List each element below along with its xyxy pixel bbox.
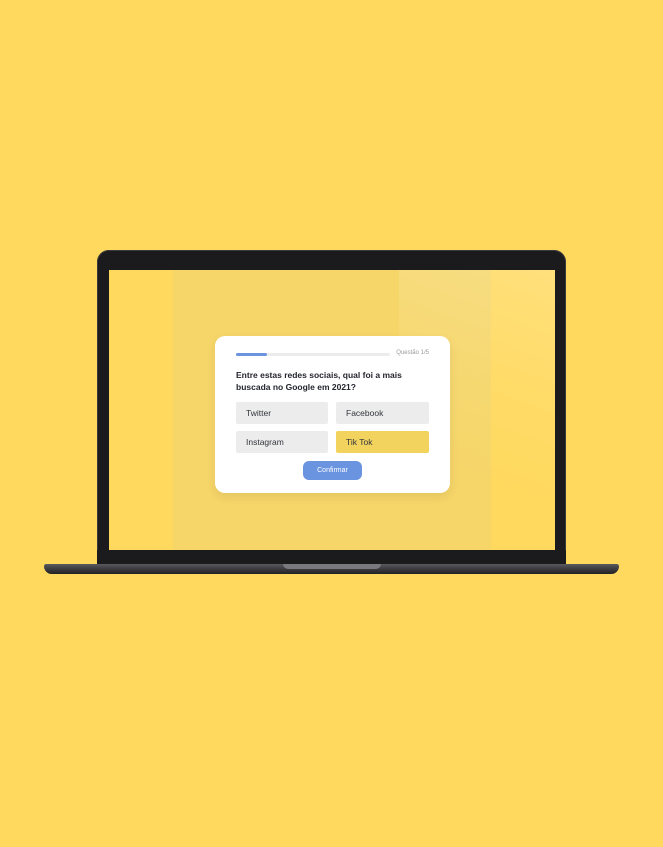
laptop-bottom-bezel: [97, 550, 566, 564]
laptop-notch: [283, 564, 381, 569]
progress-bar: [236, 353, 390, 356]
option-instagram[interactable]: Instagram: [236, 431, 328, 453]
option-twitter[interactable]: Twitter: [236, 402, 328, 424]
answer-options: Twitter Facebook Instagram Tik Tok: [236, 402, 429, 453]
question-counter: Questão 1/5: [396, 350, 429, 356]
question-text: Entre estas redes sociais, qual foi a ma…: [236, 370, 402, 392]
option-tiktok[interactable]: Tik Tok: [336, 431, 429, 453]
confirm-button[interactable]: Confirmar: [303, 461, 362, 480]
progress-bar-fill: [236, 353, 267, 356]
option-facebook[interactable]: Facebook: [336, 402, 429, 424]
quiz-card: Questão 1/5 Entre estas redes sociais, q…: [215, 336, 450, 493]
